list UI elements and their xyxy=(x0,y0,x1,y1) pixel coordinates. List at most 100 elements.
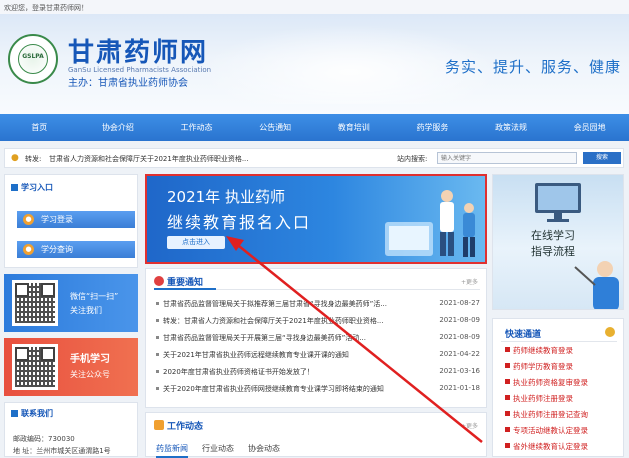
contact-title: 联系我们 xyxy=(11,408,53,419)
mobile-study-panel[interactable]: 手机学习 关注公众号 xyxy=(4,338,138,396)
quick-access-panel: 快速通道 药师继续教育登录 药师学历教育登录 执业药师资格复审登录 执业药师注册… xyxy=(492,318,624,457)
nav-home[interactable]: 首页 xyxy=(0,114,79,141)
quick-access-divider xyxy=(501,341,617,342)
association-seal-logo[interactable]: GSLPA xyxy=(8,34,58,84)
seal-text: GSLPA xyxy=(22,53,44,60)
search-input[interactable] xyxy=(437,152,577,164)
banner-line2: 继续教育报名入口 xyxy=(167,213,312,232)
wechat-qr-code xyxy=(12,280,58,326)
notices-more-link[interactable]: +更多 xyxy=(461,277,478,286)
work-news-title-text: 工作动态 xyxy=(167,422,204,432)
quick-link-registration-query[interactable]: 执业药师注册登记查询 xyxy=(505,409,588,420)
credit-query-button[interactable]: ● 学分查询 xyxy=(17,241,135,258)
important-notices-panel: 重要通知 +更多 甘肃省药品监督管理局关于拟推荐第三届甘肃省“寻找身边最美药师”… xyxy=(145,268,487,408)
quick-link-special-activity-login[interactable]: 专项活动继教认定登录 xyxy=(505,425,588,436)
bullet-icon xyxy=(156,353,159,356)
site-organizer: 主办：甘肃省执业药师协会 xyxy=(68,78,188,89)
guide-line2: 指导流程 xyxy=(531,245,575,258)
site-search-label: 站内搜索: xyxy=(397,155,428,163)
nav-members[interactable]: 会员园地 xyxy=(550,114,629,141)
nav-pharmacy-service[interactable]: 药学服务 xyxy=(393,114,472,141)
learning-entry-panel: 学习入口 ● 学习登录 ● 学分查询 xyxy=(4,174,138,268)
news-ticker-bar: ● 转发: 甘肃省人力资源和社会保障厅关于2021年度执业药师职业资格... 站… xyxy=(4,148,624,168)
nav-work-news[interactable]: 工作动态 xyxy=(157,114,236,141)
notice-row[interactable]: 关于2021年甘肃省执业药师远程继续教育专业课开课的通知 2021-04-22 xyxy=(156,350,482,364)
notices-divider xyxy=(154,288,480,290)
search-icon: ● xyxy=(23,244,34,255)
continuing-education-banner[interactable]: 2021年 执业药师 继续教育报名入口 点击进入 xyxy=(145,174,487,264)
nav-notices[interactable]: 公告通知 xyxy=(236,114,315,141)
notice-title: 关于2020年度甘肃省执业药师网授继续教育专业课学习即将结束的通知 xyxy=(163,385,384,393)
site-header: GSLPA 甘肃药师网 GanSu Licensed Pharmacists A… xyxy=(0,14,629,114)
mobile-line1: 手机学习 xyxy=(70,354,110,365)
bullet-icon xyxy=(505,395,510,400)
nav-education[interactable]: 教育培训 xyxy=(315,114,394,141)
nav-about[interactable]: 协会介绍 xyxy=(79,114,158,141)
square-icon xyxy=(11,184,18,191)
tab-regulatory-news[interactable]: 药监新闻 xyxy=(156,443,188,458)
notices-divider-accent xyxy=(154,288,216,290)
bullet-icon xyxy=(505,379,510,384)
tab-industry-news[interactable]: 行业动态 xyxy=(202,443,234,458)
wechat-follow-panel[interactable]: 微信“扫一扫” 关注我们 xyxy=(4,274,138,332)
work-news-title: 工作动态 xyxy=(154,419,203,432)
work-news-more-link[interactable]: +更多 xyxy=(461,421,478,430)
mobile-line2: 关注公众号 xyxy=(70,370,110,379)
notice-row[interactable]: 甘肃省药品监督管理局关于拟推荐第三届甘肃省“寻找身边最美药师”活... 2021-… xyxy=(156,299,482,313)
bullet-icon xyxy=(505,363,510,368)
search-button-label: 搜索 xyxy=(595,154,608,161)
bullet-icon xyxy=(156,319,159,322)
notice-icon xyxy=(154,276,164,286)
notice-date: 2021-08-09 xyxy=(439,316,480,324)
banner-line1: 2021年 执业药师 xyxy=(167,188,285,206)
quick-link-label: 药师继续教育登录 xyxy=(513,346,573,355)
square-icon xyxy=(11,410,18,417)
nav-policy[interactable]: 政策法规 xyxy=(472,114,551,141)
notice-title: 甘肃省药品监督管理局关于开展第三届“寻找身边最美药师”活动... xyxy=(163,334,366,342)
notice-date: 2021-01-18 xyxy=(439,384,480,392)
quick-link-review-login[interactable]: 执业药师资格复审登录 xyxy=(505,377,588,388)
bullet-icon xyxy=(156,370,159,373)
bullet-icon xyxy=(505,411,510,416)
learning-entry-title: 学习入口 xyxy=(11,182,53,193)
notice-row[interactable]: 甘肃省药品监督管理局关于开展第三届“寻找身边最美药师”活动... 2021-08-… xyxy=(156,333,482,347)
notice-row[interactable]: 2020年度甘肃省执业药师资格证书开始发放了！ 2021-03-16 xyxy=(156,367,482,381)
quick-link-label: 省外继续教育认定登录 xyxy=(513,442,588,451)
bullet-icon xyxy=(156,302,159,305)
ticker-headline[interactable]: 甘肃省人力资源和社会保障厅关于2021年度执业药师职业资格... xyxy=(49,154,269,164)
banner-enter-button[interactable]: 点击进入 xyxy=(167,236,225,249)
bullet-icon xyxy=(156,336,159,339)
welcome-text: 欢迎您，登录甘肃药师网！ xyxy=(4,4,88,12)
presenter-illustration xyxy=(574,261,619,309)
quick-link-cpe-login[interactable]: 药师继续教育登录 xyxy=(505,345,573,356)
study-login-button[interactable]: ● 学习登录 xyxy=(17,211,135,228)
contact-panel: 联系我们 邮政编码：730030 地 址：兰州市城关区通渭路1号 xyxy=(4,402,138,457)
quick-link-outside-province-login[interactable]: 省外继续教育认定登录 xyxy=(505,441,588,452)
search-button[interactable]: 搜索 xyxy=(583,152,621,164)
online-study-guide-panel[interactable]: 在线学习 指导流程 xyxy=(492,174,624,310)
monitor-icon xyxy=(535,183,581,222)
quick-link-degree-login[interactable]: 药师学历教育登录 xyxy=(505,361,573,372)
guide-line1: 在线学习 xyxy=(531,229,575,242)
mobile-qr-code xyxy=(12,344,58,390)
notice-title: 甘肃省药品监督管理局关于拟推荐第三届甘肃省“寻找身边最美药师”活... xyxy=(163,300,387,308)
contact-address: 地 址：兰州市城关区通渭路1号 xyxy=(13,447,111,455)
quick-link-registration-login[interactable]: 执业药师注册登录 xyxy=(505,393,573,404)
top-bar: 欢迎您，登录甘肃药师网！ xyxy=(0,0,629,14)
quick-link-label: 执业药师资格复审登录 xyxy=(513,378,588,387)
notice-row[interactable]: 转发：甘肃省人力资源和社会保障厅关于2021年度执业药师职业资格... 2021-… xyxy=(156,316,482,330)
bullet-icon xyxy=(156,387,159,390)
notice-date: 2021-03-16 xyxy=(439,367,480,375)
notice-title: 转发：甘肃省人力资源和社会保障厅关于2021年度执业药师职业资格... xyxy=(163,317,384,325)
tab-association-news[interactable]: 协会动态 xyxy=(248,443,280,458)
bullet-icon xyxy=(505,427,510,432)
wechat-line1: 微信“扫一扫” xyxy=(70,292,119,301)
learning-entry-title-text: 学习入口 xyxy=(21,183,53,192)
notice-row[interactable]: 关于2020年度甘肃省执业药师网授继续教育专业课学习即将结束的通知 2021-01… xyxy=(156,384,482,398)
notice-title: 关于2021年甘肃省执业药师远程继续教育专业课开课的通知 xyxy=(163,351,349,359)
site-title[interactable]: 甘肃药师网 xyxy=(68,32,208,69)
doctors-illustration xyxy=(385,190,475,257)
pencil-icon xyxy=(154,420,164,430)
wechat-line2: 关注我们 xyxy=(70,306,102,315)
site-slogan: 务实、提升、服务、健康 xyxy=(444,58,621,76)
